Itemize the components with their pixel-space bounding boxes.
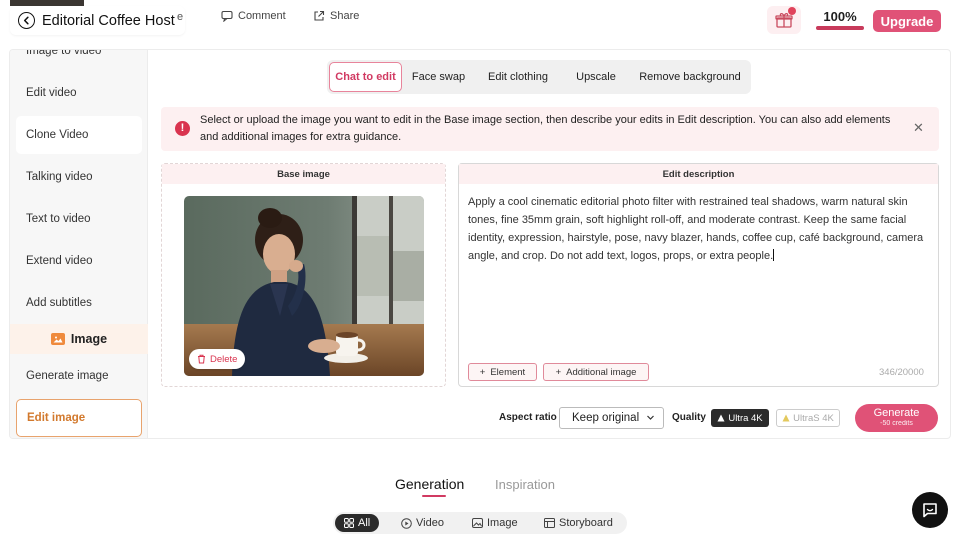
image-icon xyxy=(472,518,483,528)
comment-button[interactable]: Comment xyxy=(221,10,286,22)
edit-description-input[interactable]: Apply a cool cinematic editorial photo f… xyxy=(468,193,930,265)
quality-option-ultra-4k[interactable]: Ultra 4K xyxy=(711,409,769,427)
back-arrow-icon xyxy=(18,12,35,29)
comment-icon xyxy=(221,10,233,22)
quality-icon xyxy=(717,414,725,422)
upgrade-button[interactable]: Upgrade xyxy=(873,10,941,32)
edit-mode-tabs: Chat to edit Face swap Edit clothing Ups… xyxy=(327,60,751,94)
edit-description-text: Apply a cool cinematic editorial photo f… xyxy=(468,196,924,262)
sidebar-item-add-subtitles[interactable]: Add subtitles xyxy=(16,284,142,322)
info-icon: ! xyxy=(175,121,190,136)
filter-label: All xyxy=(358,517,371,529)
generate-cost: -50 credits xyxy=(880,420,913,427)
storyboard-icon xyxy=(544,518,555,528)
delete-label: Delete xyxy=(210,353,238,365)
credits-percent: 100% xyxy=(823,9,857,24)
notification-dot xyxy=(788,7,796,15)
delete-image-button[interactable]: Delete xyxy=(189,349,246,369)
chat-button[interactable] xyxy=(912,492,948,528)
generate-button[interactable]: Generate -50 credits xyxy=(855,404,938,432)
active-tab-indicator xyxy=(422,495,446,497)
sidebar-item-clone-video[interactable]: Clone Video xyxy=(16,116,142,154)
back-button[interactable]: Editorial Coffee Host xyxy=(10,6,185,35)
credits-progress-bar xyxy=(816,26,864,30)
sidebar-item-generate-image[interactable]: Generate image xyxy=(16,357,142,395)
edit-description-title: Edit description xyxy=(459,164,938,184)
tab-chat-to-edit[interactable]: Chat to edit xyxy=(329,62,402,92)
image-icon xyxy=(50,333,65,345)
aspect-ratio-value: Keep original xyxy=(572,412,640,424)
gift-button[interactable] xyxy=(767,6,801,34)
plus-icon: + xyxy=(479,366,486,378)
sidebar-item-extend-video[interactable]: Extend video xyxy=(16,242,142,280)
top-bar: Editorial Coffee Host e Comment Share 10… xyxy=(0,0,960,40)
filter-storyboard[interactable]: Storyboard xyxy=(544,514,613,532)
text-caret xyxy=(773,249,775,261)
filter-bar: All Video Image Storyboard xyxy=(333,512,627,534)
add-element-button[interactable]: + Element xyxy=(468,363,537,381)
editor-card: Image to video Edit video Clone Video Ta… xyxy=(9,49,951,439)
add-additional-image-button[interactable]: + Additional image xyxy=(543,363,649,381)
share-button[interactable]: Share xyxy=(313,10,359,22)
base-image-panel: Base image Delete xyxy=(161,163,446,387)
generate-label: Generate xyxy=(873,407,920,419)
alert-text: Select or upload the image you want to e… xyxy=(200,114,891,143)
comment-label: Comment xyxy=(238,10,286,22)
filter-image[interactable]: Image xyxy=(472,514,518,532)
sidebar-item-talking-video[interactable]: Talking video xyxy=(16,158,142,196)
additional-image-label: Additional image xyxy=(566,366,637,378)
trash-icon xyxy=(198,354,205,364)
aspect-ratio-select[interactable]: Keep original xyxy=(559,407,664,429)
tab-upscale[interactable]: Upscale xyxy=(561,62,631,92)
filter-label: Video xyxy=(416,517,444,529)
sidebar-item-image-to-video[interactable]: Image to video xyxy=(16,50,142,70)
filter-label: Storyboard xyxy=(559,517,613,529)
plus-icon: + xyxy=(555,366,562,378)
quality-icon xyxy=(782,414,790,422)
sidebar-item-text-to-video[interactable]: Text to video xyxy=(16,200,142,238)
video-icon xyxy=(401,517,412,529)
share-icon xyxy=(314,10,325,21)
character-counter: 346/20000 xyxy=(879,367,924,378)
aspect-ratio-label: Aspect ratio xyxy=(499,412,557,423)
project-title: Editorial Coffee Host xyxy=(42,12,175,29)
truncated-label: e xyxy=(177,11,184,23)
tab-inspiration[interactable]: Inspiration xyxy=(495,477,555,492)
tab-edit-clothing[interactable]: Edit clothing xyxy=(475,62,561,92)
share-label: Share xyxy=(330,10,360,22)
grid-icon xyxy=(344,518,354,528)
tab-generation[interactable]: Generation xyxy=(395,476,464,492)
tab-remove-background[interactable]: Remove background xyxy=(631,62,749,92)
filter-all[interactable]: All xyxy=(335,514,380,532)
quality-option-ultras-4k[interactable]: UltraS 4K xyxy=(776,409,840,427)
quality-label: Quality xyxy=(672,412,706,423)
element-label: Element xyxy=(490,366,526,378)
close-icon[interactable]: ✕ xyxy=(913,120,924,136)
chevron-down-icon xyxy=(647,415,654,420)
edit-description-panel: Edit description Apply a cool cinematic … xyxy=(458,163,939,387)
base-image-title: Base image xyxy=(162,164,445,184)
quality-option-label: Ultra 4K xyxy=(728,412,763,424)
chat-icon xyxy=(923,503,937,518)
info-alert: ! Select or upload the image you want to… xyxy=(161,107,939,151)
credits-progress-fill xyxy=(816,26,864,30)
sidebar-item-edit-image[interactable]: Edit image xyxy=(16,399,142,437)
tab-face-swap[interactable]: Face swap xyxy=(402,62,475,92)
sidebar-item-edit-video[interactable]: Edit video xyxy=(16,74,142,112)
filter-video[interactable]: Video xyxy=(401,514,444,532)
sidebar-section-title: Image xyxy=(70,332,108,346)
quality-option-label: UltraS 4K xyxy=(793,412,834,424)
sidebar-section-image: Image xyxy=(10,324,148,354)
sidebar: Image to video Edit video Clone Video Ta… xyxy=(10,50,148,438)
filter-label: Image xyxy=(487,517,518,529)
